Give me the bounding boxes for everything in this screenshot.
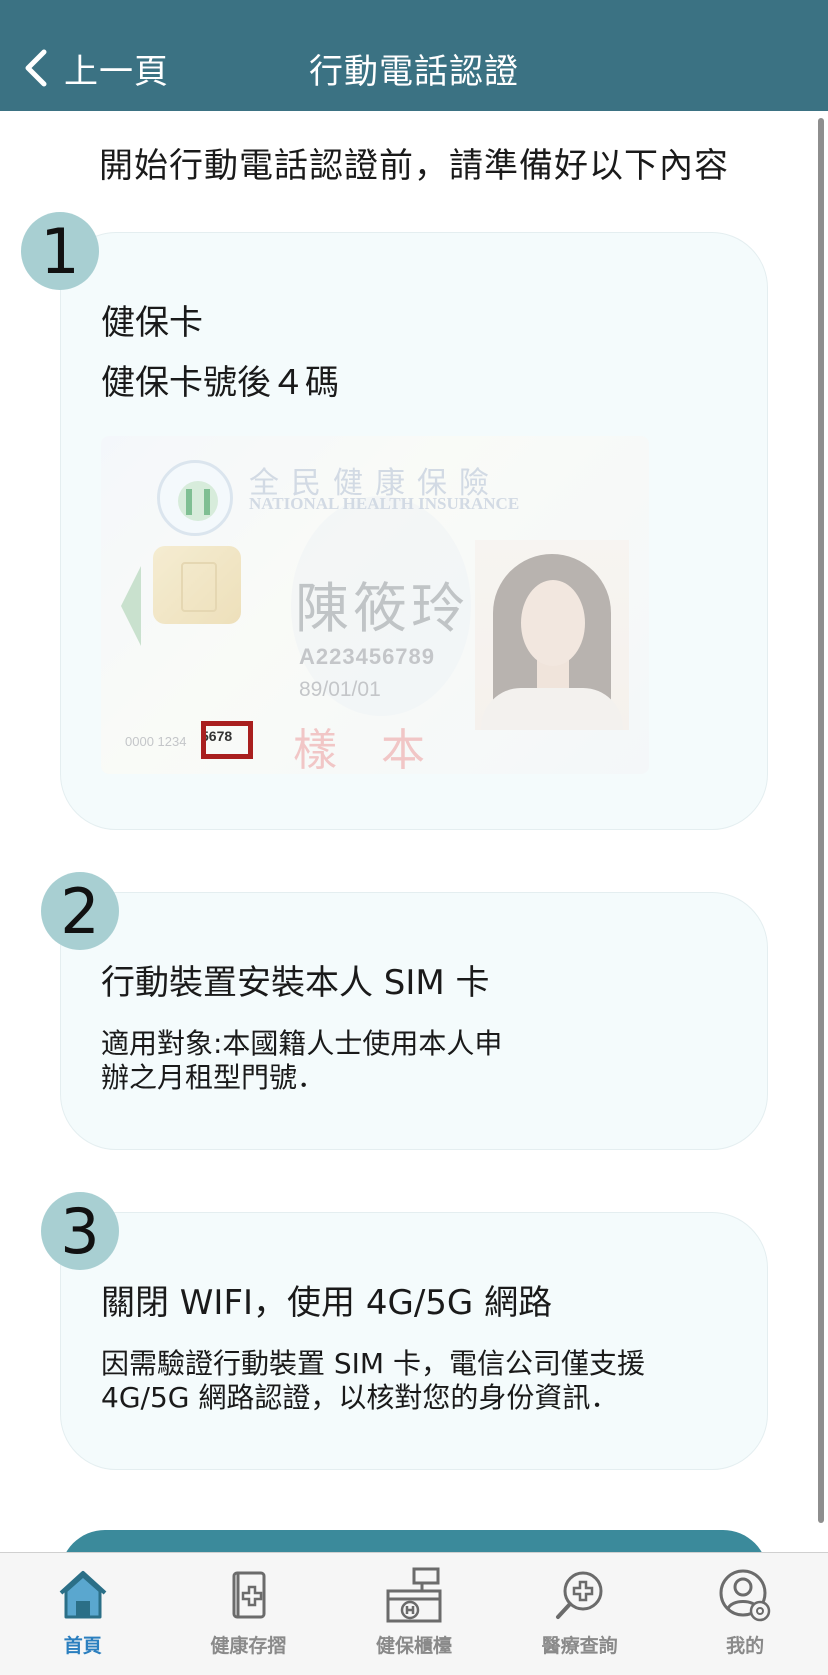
counter-icon <box>386 1567 442 1623</box>
step-card-1: 健保卡 健保卡號後４碼 全民健康保險 NATIONAL HEALTH INSUR… <box>60 232 768 830</box>
step-3-title: 關閉 WIFI，使用 4G/5G 網路 <box>101 1283 553 1323</box>
tab-medical-search[interactable]: 醫療查詢 <box>497 1553 663 1675</box>
home-icon <box>59 1571 107 1619</box>
step-card-3: 關閉 WIFI，使用 4G/5G 網路 因需驗證行動裝置 SIM 卡，電信公司僅… <box>60 1212 768 1470</box>
step-card-2: 行動裝置安裝本人 SIM 卡 適用對象:本國籍人士使用本人申 辦之月租型門號． <box>60 892 768 1150</box>
nhi-logo-icon <box>157 460 233 536</box>
medical-search-icon <box>555 1571 603 1619</box>
card-name: 陳筱玲 <box>295 577 469 640</box>
card-id-number: A223456789 <box>299 644 436 669</box>
card-sample-mark: 樣本 <box>293 725 469 774</box>
tab-health-passbook-label: 健康存摺 <box>210 1635 287 1657</box>
tab-profile[interactable]: 我的 <box>662 1553 828 1675</box>
step-badge-1: 1 <box>21 212 99 290</box>
step-badge-3: 3 <box>41 1192 119 1270</box>
chip-icon <box>153 546 241 624</box>
step-1-subtitle: 健保卡號後４碼 <box>101 363 339 403</box>
step-3-desc-line2: 4G/5G 網路認證，以核對您的身份資訊． <box>101 1381 619 1414</box>
header-bar: 上一頁 行動電話認證 <box>0 0 828 111</box>
step-1-title: 健保卡 <box>101 303 203 343</box>
last4-highlight-box <box>201 721 253 759</box>
card-dob: 89/01/01 <box>299 678 381 701</box>
insurance-card-sample-image: 全民健康保險 NATIONAL HEALTH INSURANCE 陳筱玲 A22… <box>101 436 649 774</box>
card-number-prefix: 0000 1234 <box>125 734 187 749</box>
profile-settings-icon <box>719 1569 771 1622</box>
step-2-desc-line2: 辦之月租型門號． <box>101 1061 326 1094</box>
card-photo <box>475 540 629 730</box>
intro-text: 開始行動電話認證前，請準備好以下內容 <box>99 146 729 186</box>
tab-counter-label: 健保櫃檯 <box>375 1635 452 1657</box>
card-org-en: NATIONAL HEALTH INSURANCE <box>249 494 520 513</box>
tab-home-label: 首頁 <box>63 1635 102 1657</box>
bottom-tab-bar: 首頁 健康存摺 健保櫃檯 醫療查詢 我的 <box>0 1552 828 1675</box>
step-3-desc-line1: 因需驗證行動裝置 SIM 卡，電信公司僅支援 <box>101 1347 645 1380</box>
step-2-desc-line1: 適用對象:本國籍人士使用本人申 <box>101 1027 503 1060</box>
step-badge-2: 2 <box>41 872 119 950</box>
card-arrow-icon <box>121 566 141 646</box>
tab-medical-search-label: 醫療查詢 <box>541 1635 618 1657</box>
step-2-title: 行動裝置安裝本人 SIM 卡 <box>101 963 490 1003</box>
scrollbar[interactable] <box>818 118 824 1523</box>
health-passbook-icon <box>232 1571 266 1619</box>
tab-profile-label: 我的 <box>726 1635 765 1657</box>
page-title: 行動電話認證 <box>309 52 519 92</box>
tab-health-passbook[interactable]: 健康存摺 <box>166 1553 332 1675</box>
tab-counter[interactable]: 健保櫃檯 <box>331 1553 497 1675</box>
tab-home[interactable]: 首頁 <box>0 1553 166 1675</box>
